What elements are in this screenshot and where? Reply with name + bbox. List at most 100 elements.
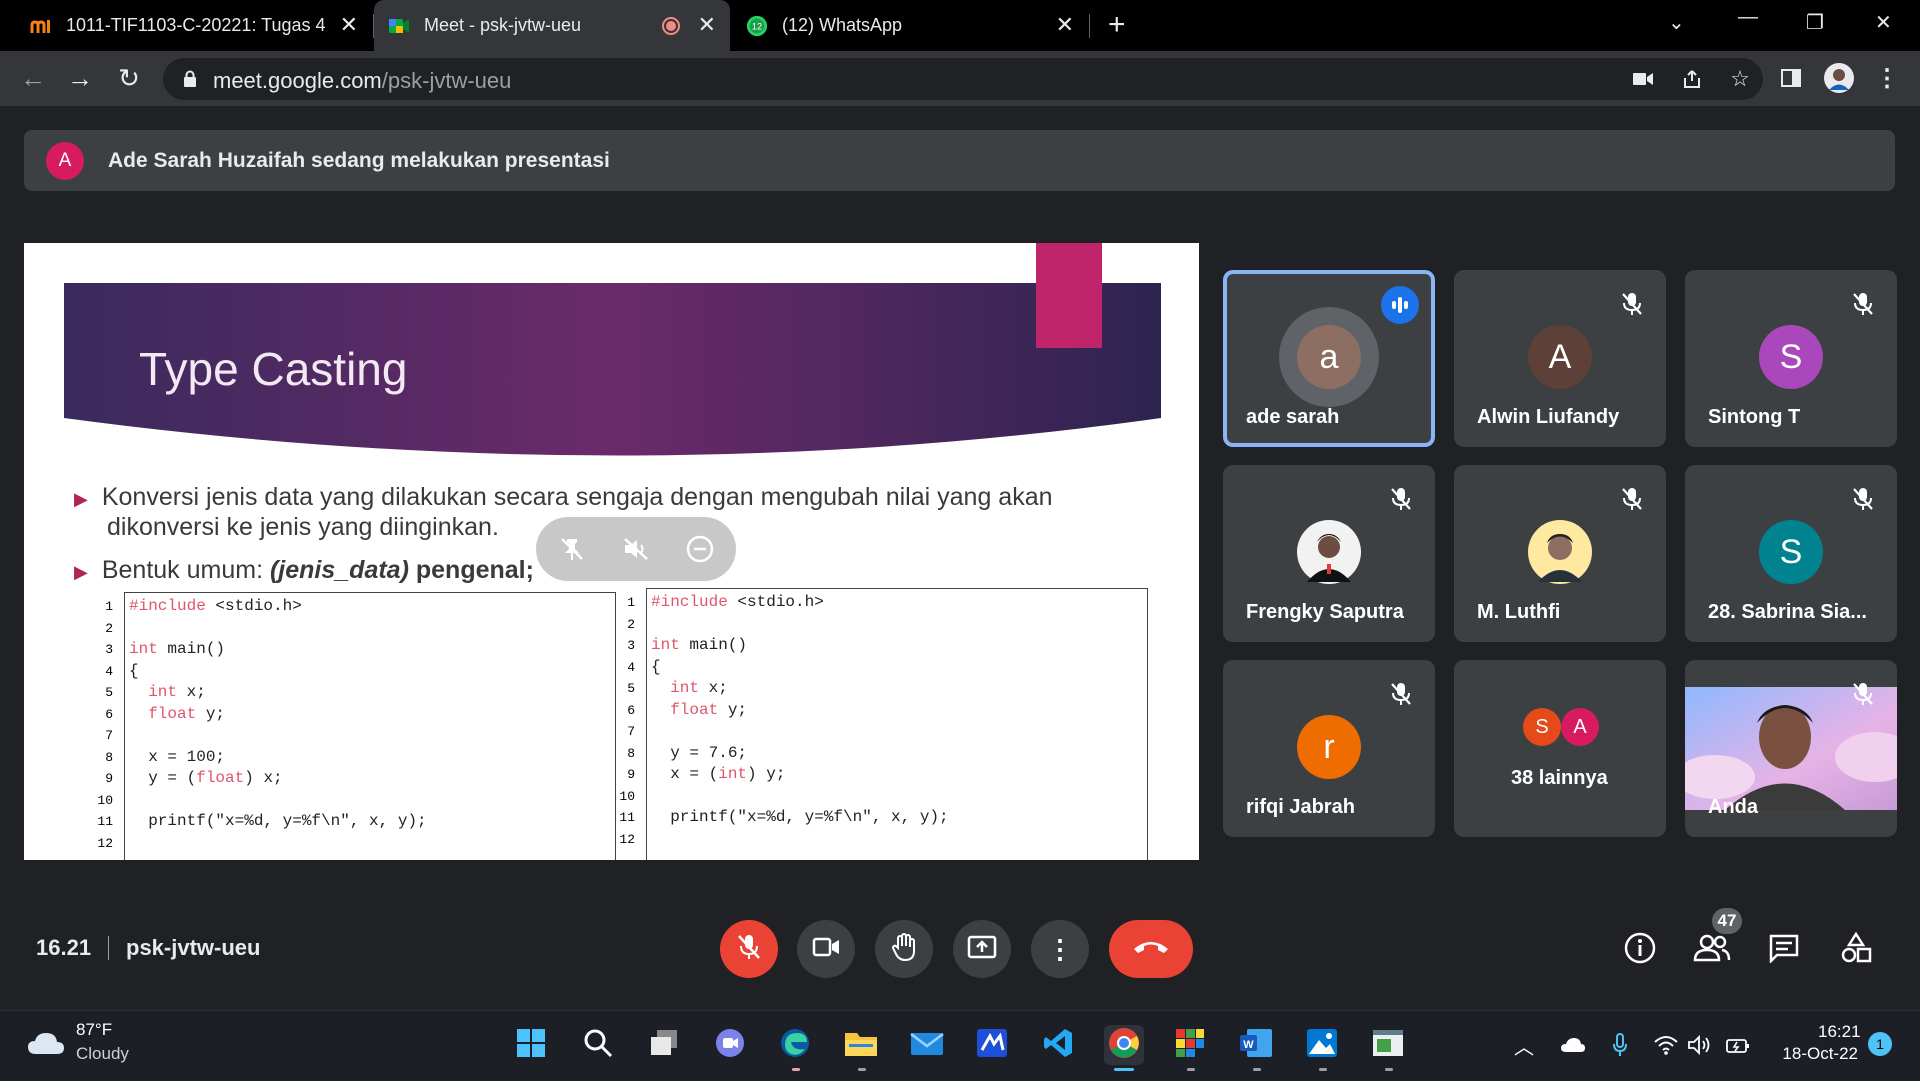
code-text: y = (float) x; xyxy=(129,769,283,787)
participant-name: Frengky Saputra xyxy=(1246,601,1404,623)
forward-icon[interactable]: → xyxy=(64,62,96,94)
code-line: 4{ xyxy=(91,662,138,683)
mic-muted-icon xyxy=(1387,680,1415,708)
back-icon[interactable]: ← xyxy=(17,62,49,94)
hand-icon xyxy=(891,932,917,967)
participant-tile[interactable]: Frengky Saputra xyxy=(1223,465,1435,642)
google-meet-icon xyxy=(388,15,410,37)
wifi-icon[interactable] xyxy=(1653,1032,1679,1058)
taskbar-app-edge[interactable] xyxy=(775,1025,815,1065)
new-tab-button[interactable]: + xyxy=(1108,10,1126,40)
taskbar-app-mail[interactable] xyxy=(907,1025,947,1065)
unpin-icon[interactable] xyxy=(556,533,588,565)
task-view-button[interactable] xyxy=(644,1025,684,1065)
raise-hand-button[interactable] xyxy=(875,920,933,978)
code-text: float y; xyxy=(670,700,748,719)
address-bar[interactable]: meet.google.com/psk-jvtw-ueu ☆ xyxy=(163,58,1763,100)
participant-name: ade sarah xyxy=(1246,406,1340,428)
taskbar-app-game[interactable] xyxy=(1170,1025,1210,1065)
browser-tab-strip: 1011-TIF1103-C-20221: Tugas 4 ✕ Meet - p… xyxy=(0,0,1920,51)
participant-avatar: a xyxy=(1297,325,1361,389)
notification-badge[interactable]: 1 xyxy=(1868,1032,1892,1056)
close-tab-icon[interactable]: ✕ xyxy=(1056,14,1074,36)
camera-toggle-button[interactable] xyxy=(797,920,855,978)
taskbar-app-word[interactable]: W xyxy=(1236,1025,1276,1065)
mic-muted-icon xyxy=(1387,485,1415,513)
tab-search-icon[interactable]: ⌄ xyxy=(1668,10,1685,35)
presentation-overlay-controls xyxy=(536,517,736,581)
minimize-icon[interactable]: — xyxy=(1738,6,1758,29)
line-number: 6 xyxy=(627,702,635,718)
participant-tile[interactable]: a ade sarah xyxy=(1223,270,1435,447)
participant-tile[interactable]: A Alwin Liufandy xyxy=(1454,270,1666,447)
taskbar-app-photos[interactable] xyxy=(1302,1025,1342,1065)
present-screen-button[interactable] xyxy=(953,920,1011,978)
code-text: int x; xyxy=(670,679,728,697)
code-text: int main() xyxy=(651,636,748,654)
participant-avatar-small: S xyxy=(1523,708,1561,746)
leave-call-button[interactable] xyxy=(1109,920,1193,978)
taskbar-app-vscode[interactable] xyxy=(1038,1025,1078,1065)
code-line: 11 printf("x=%d, y=%f\n", x, y); xyxy=(613,808,948,829)
close-tab-icon[interactable]: ✕ xyxy=(698,14,716,36)
taskbar-app-file-explorer[interactable] xyxy=(841,1025,881,1065)
side-panel-icon[interactable] xyxy=(1774,61,1808,95)
line-number: 11 xyxy=(97,814,113,829)
participant-tile[interactable]: M. Luthfi xyxy=(1454,465,1666,642)
close-tab-icon[interactable]: ✕ xyxy=(340,14,358,36)
participant-tile[interactable]: S A 38 lainnya xyxy=(1454,660,1666,837)
slide-bullet-2: ▶ Bentuk umum: (jenis_data) pengenal; xyxy=(74,556,534,584)
cloud-icon xyxy=(26,1030,66,1061)
meeting-details-button[interactable] xyxy=(1618,928,1662,972)
profile-avatar[interactable] xyxy=(1822,61,1856,95)
remove-icon[interactable] xyxy=(684,533,716,565)
activities-button[interactable] xyxy=(1834,928,1878,972)
microphone-toggle-button[interactable] xyxy=(720,920,778,978)
participant-tile[interactable]: r rifqi Jabrah xyxy=(1223,660,1435,837)
taskbar-app-chrome[interactable] xyxy=(1104,1025,1144,1065)
chrome-menu-icon[interactable]: ⋮ xyxy=(1870,61,1904,95)
code-line: 5 int x; xyxy=(91,683,206,704)
system-clock-time[interactable]: 16:21 xyxy=(1818,1022,1861,1042)
info-icon xyxy=(1623,931,1657,970)
running-indicator xyxy=(792,1068,800,1071)
presentation-slide: Type Casting ▶ Konversi jenis data yang d… xyxy=(24,243,1199,860)
show-hidden-icons-icon[interactable]: ︿ xyxy=(1511,1032,1537,1059)
bookmark-star-icon[interactable]: ☆ xyxy=(1723,62,1757,96)
weather-temperature[interactable]: 87°F xyxy=(76,1020,112,1040)
taskbar-app-window[interactable] xyxy=(1368,1025,1408,1065)
code-line: 2 xyxy=(91,619,113,640)
microphone-tray-icon[interactable] xyxy=(1607,1032,1633,1058)
tab-moodle[interactable]: 1011-TIF1103-C-20221: Tugas 4 ✕ xyxy=(16,0,372,51)
running-indicator xyxy=(1319,1068,1327,1071)
system-clock-date[interactable]: 18-Oct-22 xyxy=(1776,1044,1858,1064)
close-window-icon[interactable]: ✕ xyxy=(1875,10,1892,35)
share-icon[interactable] xyxy=(1675,62,1709,96)
volume-icon[interactable] xyxy=(1687,1032,1713,1058)
url-text: meet.google.com/psk-jvtw-ueu xyxy=(213,68,512,93)
chat-button[interactable] xyxy=(1762,928,1806,972)
battery-icon[interactable] xyxy=(1725,1032,1751,1058)
tab-whatsapp[interactable]: 12 (12) WhatsApp ✕ xyxy=(732,0,1088,51)
people-button[interactable] xyxy=(1690,928,1734,972)
participant-tile[interactable]: S 28. Sabrina Sia... xyxy=(1685,465,1897,642)
code-text: x = 100; xyxy=(129,747,226,766)
weather-description[interactable]: Cloudy xyxy=(76,1044,129,1064)
onedrive-icon[interactable] xyxy=(1560,1032,1586,1058)
volume-off-icon[interactable] xyxy=(620,533,652,565)
taskbar-search-button[interactable] xyxy=(578,1025,618,1065)
start-button[interactable] xyxy=(511,1025,551,1065)
restore-icon[interactable]: ❐ xyxy=(1806,10,1824,35)
taskbar-app-teams-chat[interactable] xyxy=(710,1025,750,1065)
camera-in-use-icon[interactable] xyxy=(1626,62,1660,96)
participant-tile[interactable]: Anda xyxy=(1685,660,1897,837)
line-number: 4 xyxy=(627,659,635,675)
more-options-button[interactable]: ⋮ xyxy=(1031,920,1089,978)
code-line: 10 xyxy=(613,787,635,808)
participant-tile[interactable]: S Sintong T xyxy=(1685,270,1897,447)
presentation-status-text: Ade Sarah Huzaifah sedang melakukan pres… xyxy=(108,149,610,172)
taskbar-app-whiteboard[interactable] xyxy=(972,1025,1012,1065)
tab-google-meet[interactable]: Meet - psk-jvtw-ueu ✕ xyxy=(374,0,730,51)
reload-icon[interactable]: ↻ xyxy=(113,62,145,94)
code-line: 4{ xyxy=(613,658,660,679)
